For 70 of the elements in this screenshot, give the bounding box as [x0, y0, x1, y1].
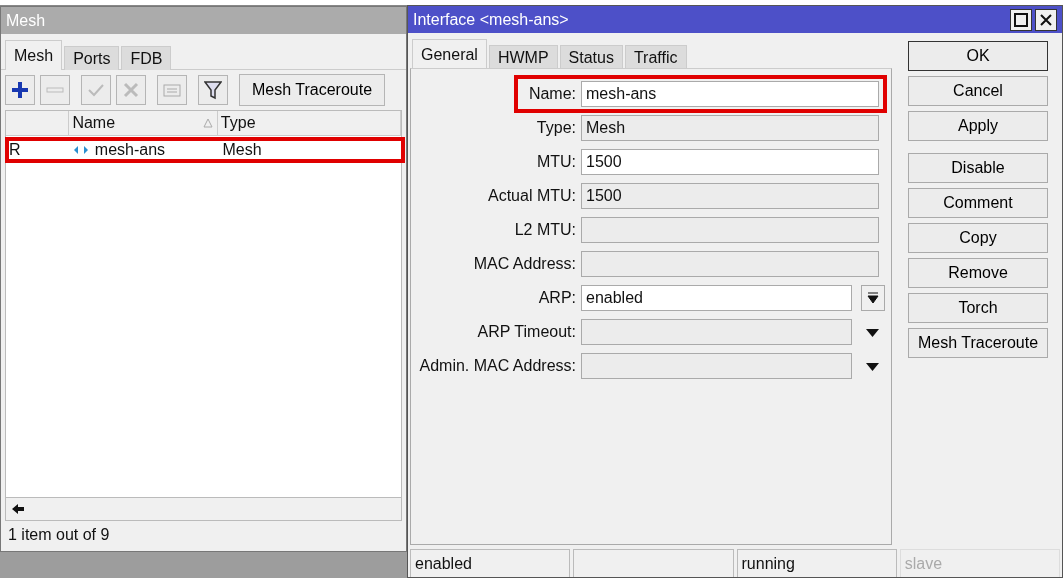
status-cell: enabled: [410, 549, 571, 577]
dialog-button[interactable]: Disable: [908, 153, 1048, 183]
close-button[interactable]: [1035, 8, 1057, 31]
close-icon: [1039, 12, 1053, 27]
input-field[interactable]: [581, 319, 852, 345]
comment-button[interactable]: [157, 75, 187, 105]
tab[interactable]: FDB: [121, 46, 172, 70]
minus-icon: [46, 86, 64, 94]
note-icon: [163, 83, 181, 97]
remove-button[interactable]: [40, 75, 70, 105]
window-title: Interface <mesh-ans>: [413, 10, 569, 29]
dialog-button[interactable]: OK: [908, 41, 1048, 71]
column-header[interactable]: Type: [217, 111, 401, 135]
plus-icon: [11, 81, 29, 99]
disable-button[interactable]: [116, 75, 146, 105]
status-text: 1 item out of 9: [7, 525, 111, 545]
field-label: L2 MTU:: [513, 221, 576, 239]
field-label: ARP:: [537, 289, 576, 307]
tab[interactable]: Status: [559, 45, 623, 69]
filter-button[interactable]: [198, 75, 228, 105]
input-field[interactable]: [581, 217, 879, 243]
tab[interactable]: HWMP: [488, 45, 558, 69]
dropdown-arrow-icon: [866, 329, 879, 337]
maximize-icon: [1014, 12, 1028, 27]
input-field[interactable]: [581, 251, 879, 277]
dialog-button[interactable]: Cancel: [908, 76, 1048, 106]
field-label: Admin. MAC Address:: [418, 357, 576, 375]
status-cell: running: [736, 549, 897, 577]
dropdown-arrow-icon: [866, 363, 879, 371]
input-field[interactable]: 1500: [581, 149, 879, 175]
dropdown-button[interactable]: [861, 285, 885, 311]
down-arrow-icon: [867, 292, 879, 304]
field-label: Name:: [527, 85, 576, 103]
input-field[interactable]: 1500: [581, 183, 879, 209]
add-button[interactable]: [5, 75, 35, 105]
column-header[interactable]: Name: [69, 111, 218, 135]
tab[interactable]: Mesh: [5, 40, 63, 70]
table-cell: mesh-ans: [69, 138, 220, 162]
input-field[interactable]: Mesh: [581, 115, 879, 141]
field-label: ARP Timeout:: [476, 323, 576, 341]
field-label: Type:: [535, 119, 576, 137]
input-field[interactable]: enabled: [581, 285, 852, 311]
interface-icon: [72, 145, 89, 155]
enable-button[interactable]: [81, 75, 111, 105]
table-row[interactable]: R mesh-ans Mesh: [6, 138, 404, 162]
table-cell-text: Mesh: [221, 140, 263, 160]
dialog-button[interactable]: Apply: [908, 111, 1048, 141]
field-label: MAC Address:: [472, 255, 576, 273]
field-label: MTU:: [535, 153, 576, 171]
input-field[interactable]: [581, 353, 852, 379]
mesh-traceroute-button[interactable]: Mesh Traceroute: [239, 74, 386, 106]
dialog-button[interactable]: Remove: [908, 258, 1048, 288]
maximize-button[interactable]: [1010, 8, 1032, 31]
input-field[interactable]: mesh-ans: [581, 81, 879, 107]
sort-icon: [202, 118, 213, 128]
dialog-button[interactable]: Torch: [908, 293, 1048, 323]
tab[interactable]: Ports: [64, 46, 120, 70]
check-icon: [87, 83, 105, 97]
table-cell-text: R: [8, 140, 22, 160]
cross-icon: [123, 82, 139, 98]
dialog-button[interactable]: Copy: [908, 223, 1048, 253]
tab[interactable]: General: [412, 39, 487, 69]
field-label: Actual MTU:: [487, 187, 576, 205]
dialog-button[interactable]: Comment: [908, 188, 1048, 218]
scroll-left-icon[interactable]: [11, 503, 25, 515]
window-title: Mesh: [1, 7, 406, 34]
filter-icon: [204, 80, 222, 100]
status-cell: slave: [899, 549, 1060, 577]
tab[interactable]: Traffic: [624, 45, 687, 69]
dialog-button[interactable]: Mesh Traceroute: [908, 328, 1048, 358]
